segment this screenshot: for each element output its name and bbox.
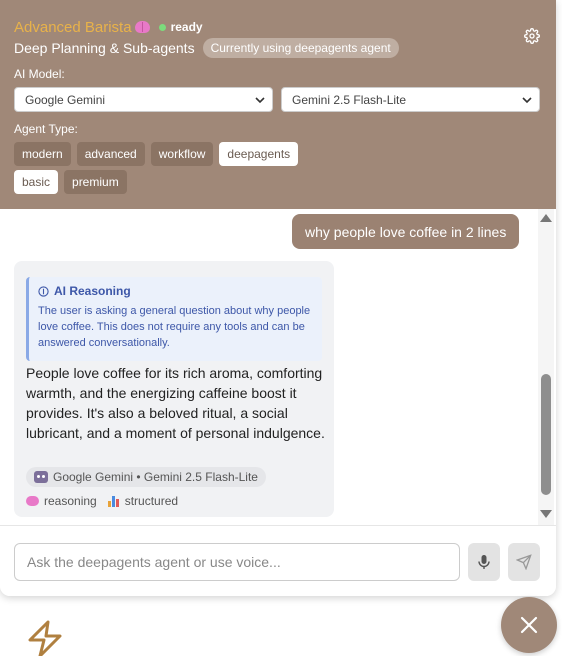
send-button[interactable] — [508, 543, 540, 581]
robot-icon — [34, 471, 48, 483]
agent-type-advanced[interactable]: advanced — [76, 142, 145, 166]
bar-chart-icon — [107, 495, 120, 507]
reasoning-body: The user is asking a general question ab… — [38, 305, 311, 349]
agent-type-basic[interactable]: basic — [14, 170, 59, 194]
ai-model-label: AI Model: — [14, 67, 65, 81]
model-badge-text: Google Gemini • Gemini 2.5 Flash-Lite — [53, 470, 258, 484]
lightning-icon — [28, 620, 62, 656]
tag-reasoning: reasoning — [44, 494, 97, 508]
chevron-down-icon — [255, 97, 265, 104]
voice-button[interactable] — [468, 543, 500, 581]
title-row: Advanced Barista ready — [14, 17, 203, 37]
send-icon — [516, 554, 532, 570]
model-select[interactable]: Gemini 2.5 Flash-Lite — [281, 87, 540, 112]
microphone-icon — [478, 555, 490, 569]
chat-widget: Advanced Barista ready Deep Planning & S… — [0, 0, 556, 596]
assistant-message-text: People love coffee for its rich aroma, c… — [26, 365, 325, 441]
reasoning-panel: AI Reasoning The user is asking a genera… — [26, 277, 322, 361]
agent-type-premium[interactable]: premium — [64, 170, 127, 194]
close-widget-button[interactable] — [501, 597, 557, 653]
reasoning-title: AI Reasoning — [54, 284, 131, 298]
scroll-down-icon[interactable] — [540, 510, 552, 518]
scroll-thumb[interactable] — [541, 374, 551, 495]
scroll-up-icon[interactable] — [540, 214, 552, 222]
brain-icon — [26, 496, 39, 506]
subtitle-row: Deep Planning & Sub-agents Currently usi… — [14, 38, 399, 58]
agent-type-workflow[interactable]: workflow — [150, 142, 214, 166]
status-dot-icon — [158, 23, 166, 31]
assistant-message: AI Reasoning The user is asking a genera… — [14, 261, 334, 517]
chevron-down-icon — [522, 97, 532, 104]
close-icon — [520, 616, 538, 634]
app-title: Advanced Barista — [14, 18, 132, 36]
chat-scrollbar[interactable] — [538, 209, 554, 525]
message-input[interactable] — [14, 543, 460, 581]
model-badge: Google Gemini • Gemini 2.5 Flash-Lite — [26, 467, 266, 487]
agent-type-label: Agent Type: — [14, 122, 78, 136]
status-text: ready — [170, 20, 203, 34]
agent-type-modern[interactable]: modern — [14, 142, 71, 166]
subtitle: Deep Planning & Sub-agents — [14, 40, 195, 56]
provider-select-value: Google Gemini — [25, 92, 106, 107]
reasoning-title-row: AI Reasoning — [38, 284, 313, 298]
widget-header: Advanced Barista ready Deep Planning & S… — [0, 0, 556, 209]
agent-type-row-2: basic premium — [14, 170, 127, 194]
agent-type-row-1: modern advanced workflow deepagents — [14, 142, 299, 166]
brain-icon — [134, 21, 150, 33]
agent-type-deepagents[interactable]: deepagents — [219, 142, 299, 166]
input-bar — [0, 525, 556, 596]
message-tags: reasoning structured — [26, 494, 178, 508]
user-message: why people love coffee in 2 lines — [292, 214, 520, 249]
current-agent-badge: Currently using deepagents agent — [202, 38, 399, 58]
model-select-value: Gemini 2.5 Flash-Lite — [292, 92, 407, 107]
provider-select[interactable]: Google Gemini — [14, 87, 273, 112]
gear-icon[interactable] — [524, 28, 540, 44]
info-icon — [38, 285, 49, 297]
chat-messages: why people love coffee in 2 lines AI Rea… — [0, 209, 556, 525]
tag-structured: structured — [124, 494, 179, 508]
